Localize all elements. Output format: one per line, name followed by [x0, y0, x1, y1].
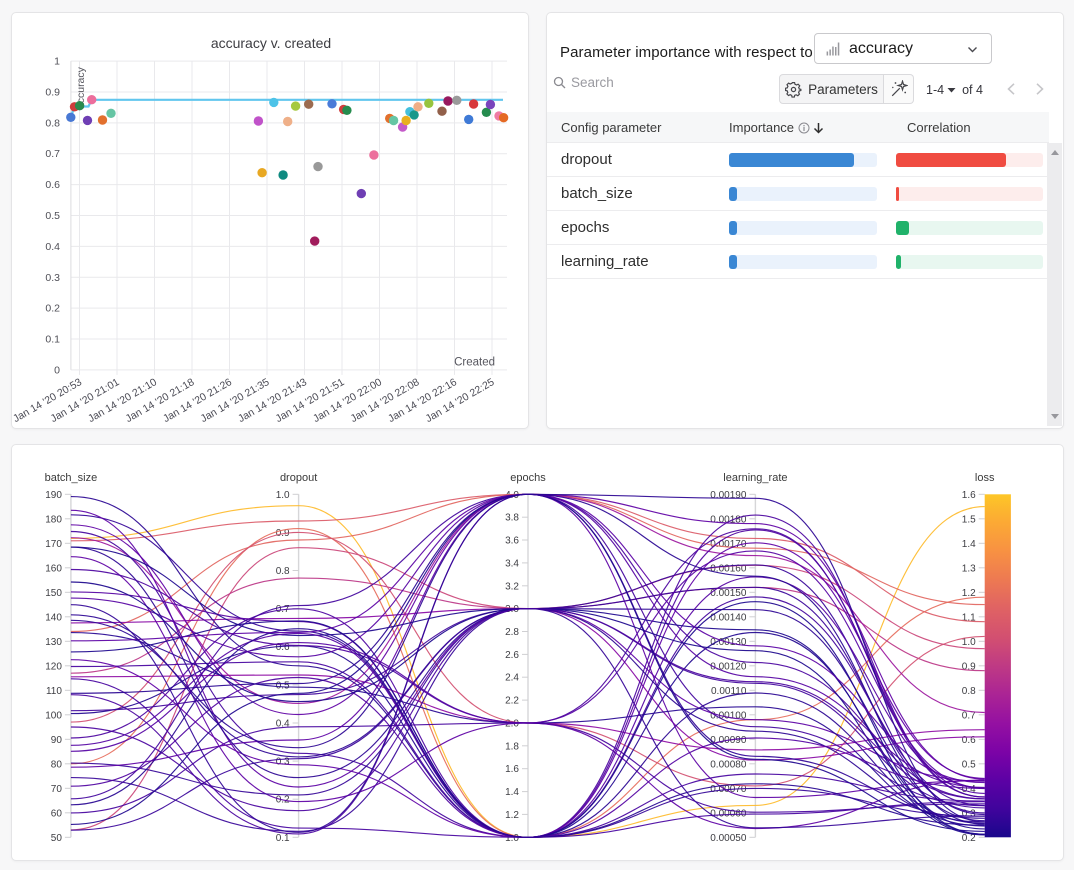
- svg-text:80: 80: [51, 759, 63, 770]
- svg-text:0.00080: 0.00080: [710, 759, 747, 770]
- svg-text:0.8: 0.8: [276, 566, 290, 577]
- svg-text:loss: loss: [975, 472, 995, 484]
- svg-text:190: 190: [45, 490, 62, 501]
- svg-text:60: 60: [51, 808, 63, 819]
- svg-text:2.4: 2.4: [505, 673, 519, 684]
- svg-text:3.2: 3.2: [505, 581, 519, 592]
- svg-text:0.00120: 0.00120: [710, 661, 747, 672]
- svg-text:1.6: 1.6: [505, 764, 519, 775]
- svg-text:100: 100: [45, 710, 62, 721]
- svg-text:0.7: 0.7: [45, 148, 60, 160]
- svg-text:0.00190: 0.00190: [710, 490, 747, 501]
- svg-text:0.1: 0.1: [45, 334, 60, 346]
- svg-text:3.6: 3.6: [505, 536, 519, 547]
- svg-text:0.4: 0.4: [45, 241, 60, 253]
- svg-text:0.00110: 0.00110: [711, 686, 747, 697]
- svg-text:0.8: 0.8: [45, 117, 60, 129]
- svg-text:0.5: 0.5: [45, 210, 60, 222]
- svg-text:batch_size: batch_size: [45, 472, 98, 484]
- svg-text:70: 70: [51, 784, 63, 795]
- svg-text:110: 110: [46, 686, 62, 697]
- svg-text:dropout: dropout: [280, 472, 317, 484]
- svg-text:0.3: 0.3: [45, 272, 60, 284]
- svg-text:140: 140: [45, 612, 62, 623]
- svg-text:50: 50: [51, 833, 63, 844]
- svg-text:180: 180: [45, 514, 62, 525]
- svg-text:0.5: 0.5: [276, 680, 290, 691]
- svg-text:0.9: 0.9: [45, 87, 60, 99]
- svg-text:150: 150: [45, 588, 62, 599]
- svg-text:90: 90: [51, 735, 63, 746]
- svg-text:1.5: 1.5: [962, 514, 976, 525]
- svg-text:0.2: 0.2: [45, 303, 60, 315]
- svg-text:3.8: 3.8: [505, 513, 519, 524]
- svg-text:0: 0: [54, 364, 60, 376]
- svg-text:160: 160: [45, 563, 62, 574]
- svg-text:120: 120: [45, 661, 62, 672]
- svg-text:1.8: 1.8: [505, 741, 519, 752]
- svg-text:learning_rate: learning_rate: [723, 472, 787, 484]
- svg-text:1.0: 1.0: [276, 490, 290, 501]
- svg-text:0.5: 0.5: [962, 759, 976, 770]
- svg-text:0.6: 0.6: [45, 179, 60, 191]
- svg-text:0.00140: 0.00140: [710, 612, 747, 623]
- svg-text:2.2: 2.2: [505, 696, 519, 707]
- svg-text:Created: Created: [454, 356, 495, 368]
- svg-text:2.8: 2.8: [505, 627, 519, 638]
- svg-text:accuracy v. created: accuracy v. created: [211, 35, 331, 51]
- svg-text:0.3: 0.3: [276, 757, 290, 768]
- svg-text:170: 170: [45, 539, 62, 550]
- svg-text:1.2: 1.2: [505, 810, 519, 821]
- svg-text:1.3: 1.3: [962, 563, 976, 574]
- svg-text:1: 1: [54, 56, 60, 68]
- svg-text:1.4: 1.4: [962, 539, 976, 550]
- svg-text:2.6: 2.6: [505, 650, 519, 661]
- svg-text:0.1: 0.1: [276, 833, 290, 844]
- svg-text:130: 130: [45, 637, 62, 648]
- svg-text:1.4: 1.4: [505, 787, 519, 798]
- svg-text:0.8: 0.8: [962, 686, 976, 697]
- svg-text:0.00050: 0.00050: [710, 833, 747, 844]
- svg-text:epochs: epochs: [510, 472, 546, 484]
- svg-text:1.6: 1.6: [962, 490, 976, 501]
- svg-text:3.4: 3.4: [505, 558, 519, 569]
